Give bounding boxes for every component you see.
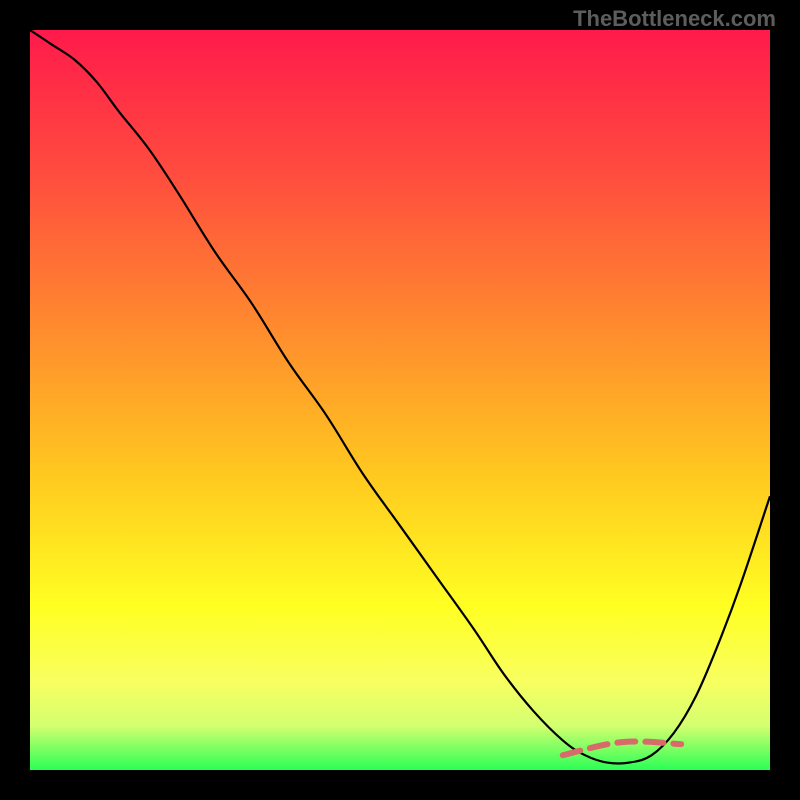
plot-area — [30, 30, 770, 770]
chart-svg — [30, 30, 770, 770]
background-gradient — [30, 30, 770, 770]
chart-frame: TheBottleneck.com — [0, 0, 800, 800]
watermark-text: TheBottleneck.com — [573, 6, 776, 32]
